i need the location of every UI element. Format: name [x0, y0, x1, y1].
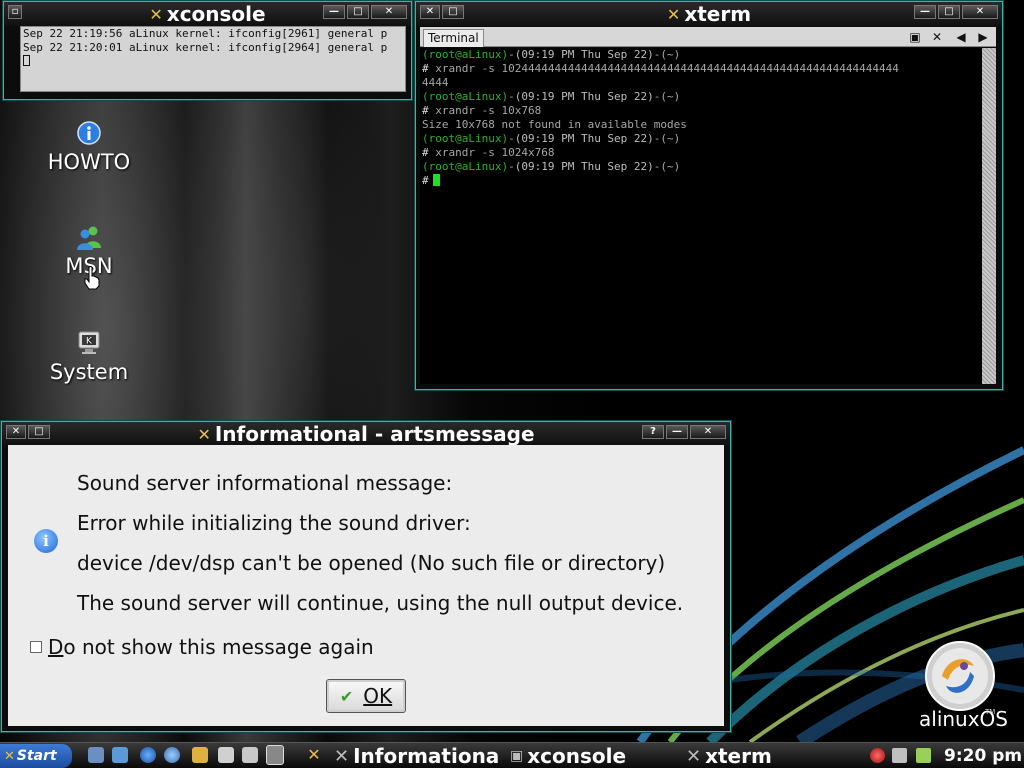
window-menu-button[interactable]: ▫: [8, 5, 22, 19]
xconsole-titlebar[interactable]: ▫ ✕ xconsole — □ ✕: [4, 2, 411, 26]
checkbox-box[interactable]: [30, 641, 42, 653]
terminal-screen[interactable]: (root@aLinux)-(09:19 PM Thu Sep 22)-(~) …: [420, 48, 982, 384]
task-informational[interactable]: ✕ Informational: [334, 743, 500, 768]
start-button[interactable]: ✕ Start: [0, 744, 72, 768]
window-close-x-button[interactable]: ✕: [420, 5, 440, 19]
xconsole-log[interactable]: Sep 22 21:19:56 aLinux kernel: ifconfig[…: [20, 26, 406, 92]
window-title: xconsole: [166, 2, 266, 26]
maximize-button[interactable]: □: [347, 5, 369, 19]
quicklaunch-desktop-icon[interactable]: [88, 747, 104, 763]
pager-icon[interactable]: [266, 745, 284, 765]
quicklaunch-browser-icon[interactable]: [140, 747, 156, 763]
terminal-line: # xrandr -s 1024x768: [422, 146, 555, 159]
quicklaunch-folder-icon[interactable]: [192, 747, 208, 763]
text-cursor: [23, 55, 30, 66]
terminal-line: (root@aLinux)-(09:19 PM Thu Sep 22)-(~): [422, 48, 681, 61]
terminal-line: #: [422, 174, 980, 188]
show-desktop-icon[interactable]: ✕: [306, 747, 322, 763]
tab-terminal[interactable]: Terminal: [423, 29, 484, 47]
xterm-tabbar: Terminal ▣ ✕ ◀ ▶: [420, 27, 996, 47]
terminal-line: (root@aLinux)-(09:19 PM Thu Sep 22)-(~): [422, 90, 681, 103]
maximize-button[interactable]: □: [938, 5, 960, 19]
terminal-line: (root@aLinux)-(09:19 PM Thu Sep 22)-(~): [422, 160, 681, 173]
ok-button[interactable]: ✔ OK: [326, 679, 406, 713]
tray-network-icon[interactable]: [870, 748, 885, 763]
xterm-titlebar[interactable]: ✕ □ ✕ xterm — □ ✕: [416, 2, 1002, 26]
window-menu-button[interactable]: □: [28, 425, 50, 439]
tab-prev-icon[interactable]: ◀: [952, 28, 970, 46]
x-logo-icon: ✕: [197, 424, 211, 444]
message-line: device /dev/dsp can't be opened (No such…: [77, 551, 666, 575]
desktop-icon-label: System: [49, 360, 129, 384]
taskbar: ✕ Start ✕ ✕ Informational ▣ xconsole ✕ x…: [0, 742, 1024, 768]
close-button[interactable]: ✕: [371, 5, 407, 19]
terminal-scrollbar[interactable]: [982, 48, 996, 384]
monitor-icon: K: [78, 331, 100, 354]
trademark-mark: TM: [985, 708, 996, 716]
terminal-line: # xrandr -s 10x768: [422, 104, 542, 117]
task-label: xterm: [705, 744, 772, 768]
terminal-line: # xrandr -s 1024444444444444444444444444…: [422, 62, 899, 75]
dialog-body: i Sound server informational message: Er…: [8, 445, 724, 726]
log-line: Sep 22 21:19:56 aLinux kernel: ifconfig[…: [23, 27, 388, 40]
users-icon: [77, 226, 101, 250]
x-logo-icon: ✕: [149, 4, 163, 24]
hand-pointer-icon: [84, 266, 100, 290]
message-line: The sound server will continue, using th…: [77, 591, 684, 615]
x-icon: ✕: [334, 745, 350, 767]
close-button[interactable]: ✕: [962, 5, 998, 19]
close-button[interactable]: ✕: [690, 425, 726, 439]
tab-next-icon[interactable]: ▶: [974, 28, 992, 46]
quicklaunch-document-icon[interactable]: [242, 747, 258, 763]
task-xterm[interactable]: ✕ xterm: [686, 743, 826, 768]
terminal-line: 4444: [422, 76, 449, 89]
minimize-button[interactable]: —: [914, 5, 936, 19]
close-tab-icon[interactable]: ✕: [928, 28, 946, 46]
quicklaunch-editor-icon[interactable]: [218, 747, 234, 763]
help-button[interactable]: ?: [642, 425, 664, 439]
tray-notes-icon[interactable]: [916, 748, 931, 763]
tray-printer-icon[interactable]: [892, 748, 907, 763]
desktop-icon-system[interactable]: K System: [34, 330, 144, 384]
checkmark-icon: ✔: [339, 686, 354, 706]
start-label: Start: [16, 748, 57, 764]
start-logo-icon: ✕: [4, 748, 15, 764]
message-line: Sound server informational message:: [77, 471, 453, 495]
desktop-icon-label: HOWTO: [47, 150, 131, 174]
new-window-icon[interactable]: ▣: [906, 28, 924, 46]
task-label: Informational: [353, 744, 500, 768]
quicklaunch-computer-icon[interactable]: [112, 747, 128, 763]
checkbox-label: Do not show this message again: [48, 635, 374, 659]
minimize-button[interactable]: —: [323, 5, 345, 19]
task-xconsole[interactable]: ▣ xconsole: [510, 743, 680, 768]
window-menu-button[interactable]: □: [442, 5, 464, 19]
window-close-x-button[interactable]: ✕: [6, 425, 26, 439]
x-logo-icon: ✕: [666, 4, 681, 24]
terminal-line: (root@aLinux)-(09:19 PM Thu Sep 22)-(~): [422, 132, 681, 145]
dialog-title: Informational - artsmessage: [214, 422, 535, 446]
message-line: Error while initializing the sound drive…: [77, 511, 471, 535]
terminal-line: Size 10x768 not found in available modes: [422, 118, 687, 131]
info-icon: [77, 121, 101, 145]
information-icon: i: [34, 529, 58, 553]
window-title: xterm: [684, 2, 752, 26]
ok-label: OK: [363, 684, 393, 708]
desktop-icon-howto[interactable]: HOWTO: [34, 120, 144, 174]
minimize-button[interactable]: —: [666, 425, 688, 439]
quicklaunch-globe-icon[interactable]: [164, 747, 180, 763]
clock[interactable]: 9:20 pm: [944, 743, 1022, 768]
log-line: Sep 22 21:20:01 aLinux kernel: ifconfig[…: [23, 41, 388, 54]
console-icon: ▣: [510, 748, 524, 764]
terminal-cursor: [432, 174, 440, 186]
dont-show-again-checkbox[interactable]: Do not show this message again: [30, 635, 374, 659]
x-icon: ✕: [686, 745, 702, 767]
task-label: xconsole: [527, 744, 627, 768]
dialog-titlebar[interactable]: ✕ □ ✕ Informational - artsmessage ? — ✕: [2, 422, 730, 446]
